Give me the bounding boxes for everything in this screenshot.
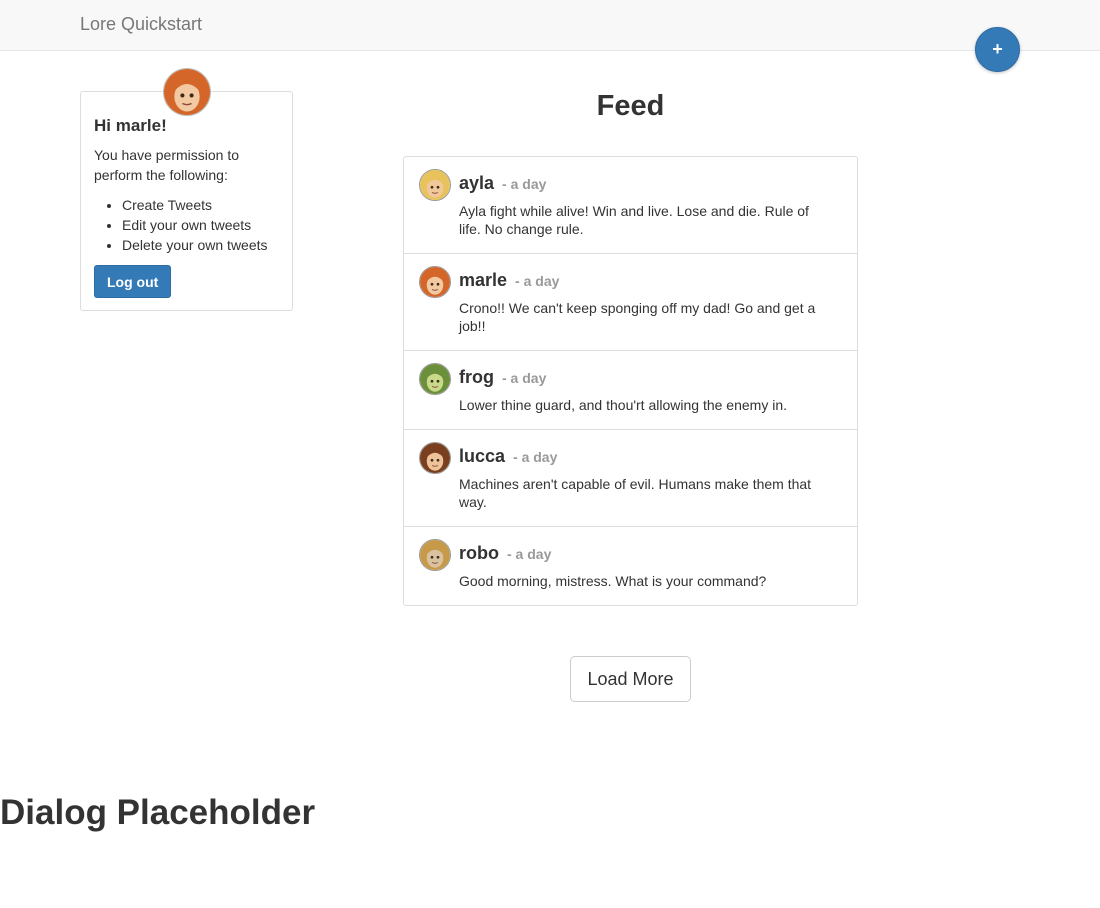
tweet-username: robo xyxy=(459,543,499,563)
tweet-text: Lower thine guard, and thou'rt allowing … xyxy=(459,397,787,413)
tweet-username: lucca xyxy=(459,446,506,466)
tweet-timestamp: - a day xyxy=(513,449,558,465)
tweet-item[interactable]: frog - a day Lower thine guard, and thou… xyxy=(404,351,857,430)
load-more-button[interactable]: Load More xyxy=(570,656,691,702)
tweet-text: Ayla fight while alive! Win and live. Lo… xyxy=(459,203,809,237)
tweet-item[interactable]: marle - a day Crono!! We can't keep spon… xyxy=(404,254,857,351)
permission-intro: You have permission to perform the follo… xyxy=(94,147,240,183)
profile-card: Hi marle! You have permission to perform… xyxy=(80,68,293,311)
marle-avatar-icon xyxy=(163,68,211,116)
permission-item: Edit your own tweets xyxy=(122,215,279,235)
tweet-timestamp: - a day xyxy=(502,370,547,386)
marle-avatar-icon xyxy=(419,266,451,298)
frog-avatar-icon xyxy=(419,363,451,395)
profile-greeting: Hi marle! xyxy=(94,116,167,135)
tweet-text: Good morning, mistress. What is your com… xyxy=(459,573,767,589)
ayla-avatar-icon xyxy=(419,169,451,201)
tweet-username: frog xyxy=(459,367,494,387)
lucca-avatar-icon xyxy=(419,442,451,474)
tweet-text: Crono!! We can't keep sponging off my da… xyxy=(459,300,816,334)
tweet-username: ayla xyxy=(459,173,495,193)
navbar: Lore Quickstart xyxy=(0,0,1100,51)
tweet-timestamp: - a day xyxy=(515,273,560,289)
logout-button[interactable]: Log out xyxy=(94,265,172,298)
feed-title: Feed xyxy=(596,90,665,122)
tweet-username: marle xyxy=(459,270,508,290)
dialog-placeholder: Dialog Placeholder xyxy=(0,793,316,832)
permission-item: Delete your own tweets xyxy=(122,235,279,255)
add-tweet-button[interactable]: + xyxy=(975,27,1020,72)
permission-item: Create Tweets xyxy=(122,195,279,215)
brand-link[interactable]: Lore Quickstart xyxy=(80,14,202,35)
tweet-timestamp: - a day xyxy=(502,176,547,192)
tweet-item[interactable]: robo - a day Good morning, mistress. Wha… xyxy=(404,527,857,605)
robo-avatar-icon xyxy=(419,539,451,571)
tweet-item[interactable]: ayla - a day Ayla fight while alive! Win… xyxy=(404,157,857,254)
feed-list: ayla - a day Ayla fight while alive! Win… xyxy=(403,156,858,606)
tweet-text: Machines aren't capable of evil. Humans … xyxy=(459,476,812,510)
tweet-item[interactable]: lucca - a day Machines aren't capable of… xyxy=(404,430,857,527)
permission-list: Create Tweets Edit your own tweets Delet… xyxy=(122,195,279,255)
tweet-timestamp: - a day xyxy=(507,546,552,562)
